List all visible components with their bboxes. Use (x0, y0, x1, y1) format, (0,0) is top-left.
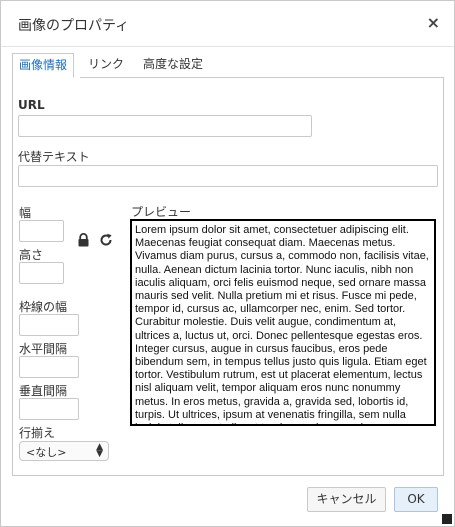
width-label: 幅 (19, 206, 32, 220)
border-width-input[interactable] (19, 314, 79, 336)
url-input[interactable] (18, 115, 312, 137)
border-width-label: 枠線の幅 (19, 300, 68, 314)
vspace-input[interactable] (19, 398, 79, 420)
height-label: 高さ (19, 248, 44, 262)
tab-advanced[interactable]: 高度な設定 (137, 53, 209, 76)
hspace-label: 水平間隔 (19, 342, 68, 356)
alt-text-input[interactable] (18, 165, 438, 187)
preview-label: プレビュー (131, 205, 192, 219)
align-select[interactable]: <なし> ▲ ▼ (19, 441, 109, 461)
ok-button[interactable]: OK (394, 487, 438, 512)
dialog-titlebar[interactable]: 画像のプロパティ × (1, 1, 454, 47)
dialog-title: 画像のプロパティ (18, 18, 130, 34)
align-label: 行揃え (19, 426, 56, 440)
lock-icon[interactable] (77, 232, 90, 251)
align-select-value: <なし> (26, 446, 67, 459)
close-icon[interactable]: × (427, 13, 440, 32)
cancel-button[interactable]: キャンセル (307, 487, 386, 512)
height-input[interactable] (19, 262, 64, 284)
image-properties-dialog: 画像のプロパティ × 画像情報 リンク 高度な設定 URL 代替テキスト 幅 高… (0, 0, 455, 527)
hspace-input[interactable] (19, 356, 79, 378)
tab-image-info[interactable]: 画像情報 (12, 53, 75, 78)
reset-size-icon[interactable] (99, 232, 113, 251)
resize-handle[interactable] (442, 514, 452, 524)
image-preview[interactable]: Lorem ipsum dolor sit amet, consectetuer… (130, 219, 436, 426)
tab-link[interactable]: リンク (82, 53, 130, 76)
width-input[interactable] (19, 220, 64, 242)
select-arrows-icon: ▲ ▼ (96, 442, 103, 459)
preview-text: Lorem ipsum dolor sit amet, consectetuer… (135, 224, 429, 424)
url-label: URL (18, 98, 45, 112)
vspace-label: 垂直間隔 (19, 384, 68, 398)
alt-text-label: 代替テキスト (18, 150, 90, 164)
